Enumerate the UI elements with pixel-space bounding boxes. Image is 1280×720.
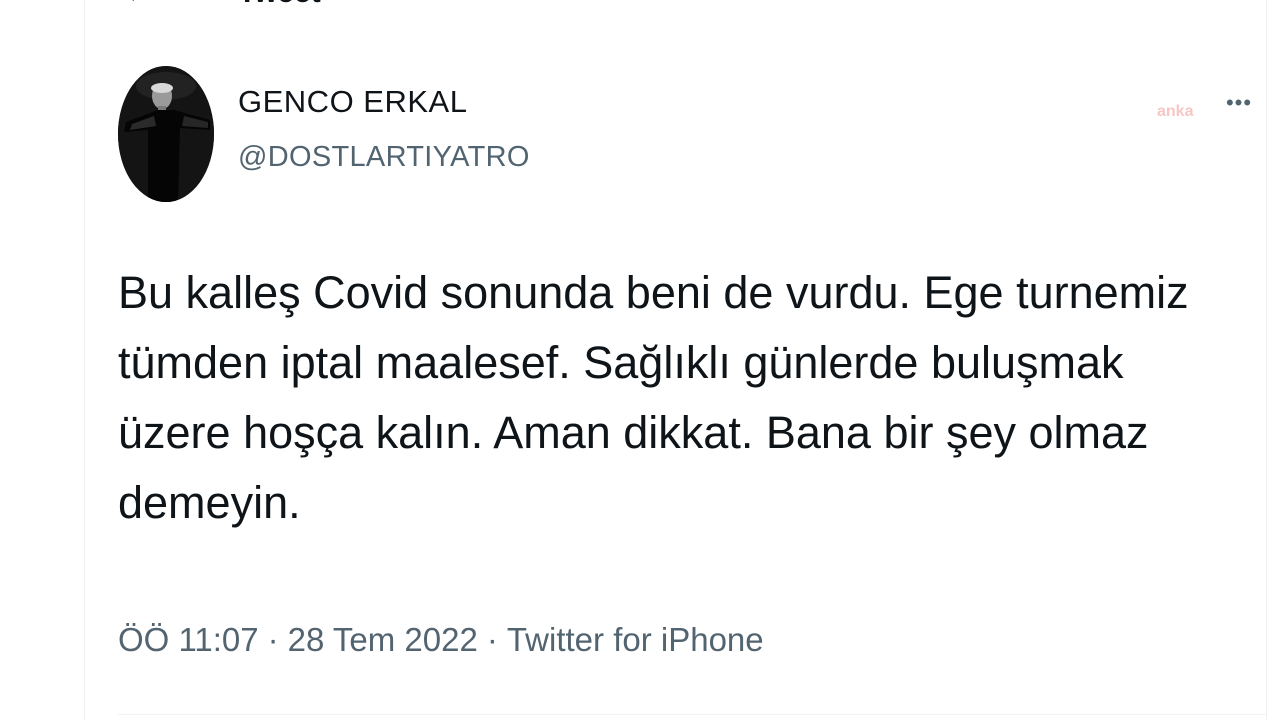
author-handle[interactable]: @DOSTLARTIYATRO — [238, 140, 530, 174]
more-horizontal-icon[interactable]: ••• — [1220, 90, 1258, 116]
tweet-metadata: ÖÖ 11:07 · 28 Tem 2022 · Twitter for iPhone — [118, 620, 764, 660]
arrow-left-icon[interactable]: ← — [118, 0, 158, 8]
meta-separator: · — [486, 621, 498, 658]
tweet-header: ← Tweet — [0, 0, 1280, 8]
author-display-name[interactable]: GENCO ERKAL — [238, 84, 530, 120]
tweet-page: ← Tweet GENCO ERKAL @DOSTLARTIYATRO anka… — [0, 0, 1280, 720]
tweet-author: GENCO ERKAL @DOSTLARTIYATRO — [238, 84, 530, 174]
watermark-logo: anka — [1157, 102, 1193, 122]
tweet-text: Bu kalleş Covid sonunda beni de vurdu. E… — [118, 267, 1189, 528]
column-left-border — [84, 0, 85, 720]
avatar-photo — [118, 66, 214, 202]
column-right-border — [1266, 0, 1267, 720]
meta-separator: · — [267, 621, 279, 658]
tweet-source-link[interactable]: Twitter for iPhone — [507, 621, 764, 658]
avatar[interactable] — [118, 66, 214, 202]
divider — [118, 714, 1266, 715]
tweet-timestamp-date[interactable]: 28 Tem 2022 — [288, 621, 478, 658]
tweet-timestamp-time[interactable]: ÖÖ 11:07 — [118, 621, 259, 658]
page-title: Tweet — [238, 0, 321, 8]
watermark-text: anka — [1157, 103, 1194, 120]
